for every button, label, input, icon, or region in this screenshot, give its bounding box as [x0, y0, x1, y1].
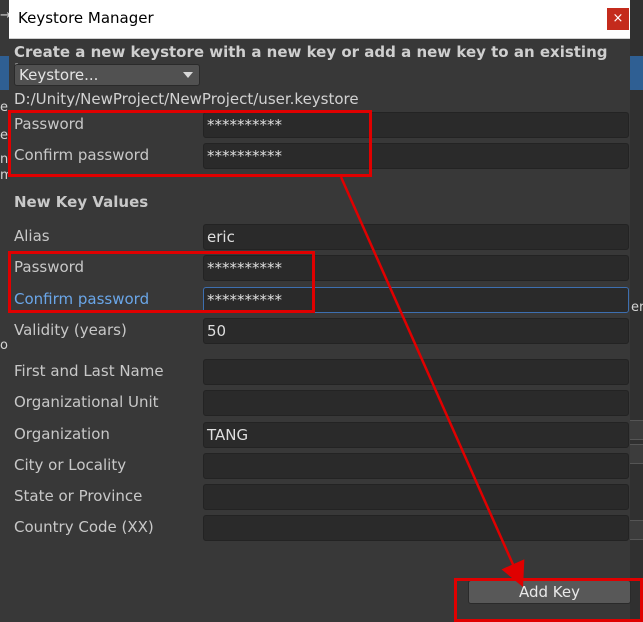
alias-label: Alias: [14, 227, 50, 245]
keystore-path: D:/Unity/NewProject/NewProject/user.keys…: [14, 90, 359, 108]
city-label: City or Locality: [14, 456, 127, 474]
name-label: First and Last Name: [14, 362, 164, 380]
organization-label: Organization: [14, 425, 110, 443]
keystore-confirm-password-label: Confirm password: [14, 146, 150, 164]
state-field[interactable]: [203, 484, 629, 510]
validity-field[interactable]: 50: [203, 318, 629, 344]
keystore-confirm-password-field[interactable]: **********: [203, 143, 629, 169]
country-code-label: Country Code (XX): [14, 518, 154, 536]
validity-value: 50: [207, 322, 227, 340]
background-highlight: [630, 56, 643, 90]
key-password-value: **********: [207, 259, 282, 277]
state-label: State or Province: [14, 487, 143, 505]
keystore-password-value: **********: [207, 116, 282, 134]
alias-field[interactable]: eric: [203, 224, 629, 250]
keystore-password-label: Password: [14, 115, 85, 133]
keystore-dropdown-value: Keystore...: [19, 66, 99, 84]
country-code-field[interactable]: [203, 515, 629, 541]
add-key-button[interactable]: Add Key: [468, 580, 631, 604]
background-editor-right: er: [630, 0, 643, 622]
title-bar[interactable]: Keystore Manager ×: [9, 0, 630, 39]
org-unit-label: Organizational Unit: [14, 393, 159, 411]
alias-value: eric: [207, 228, 235, 246]
validity-label: Validity (years): [14, 321, 127, 339]
background-text: er: [631, 300, 643, 315]
close-button[interactable]: ×: [607, 8, 629, 30]
background-text: e: [0, 100, 8, 115]
city-field[interactable]: [203, 453, 629, 479]
background-field: [630, 520, 643, 540]
keystore-confirm-password-value: **********: [207, 147, 282, 165]
organization-value: TANG: [207, 426, 249, 444]
organization-field[interactable]: TANG: [203, 422, 629, 448]
keystore-manager-window: Keystore Manager × Create a new keystore…: [9, 0, 631, 622]
window-title: Keystore Manager: [18, 9, 154, 27]
chevron-down-icon: [183, 72, 193, 78]
name-field[interactable]: [203, 359, 629, 385]
keystore-password-field[interactable]: **********: [203, 112, 629, 138]
key-confirm-password-field[interactable]: **********: [203, 287, 629, 313]
new-key-section-title: New Key Values: [14, 193, 149, 211]
background-text: n: [0, 152, 9, 167]
keystore-dropdown[interactable]: Keystore...: [14, 64, 200, 86]
background-field: [630, 420, 643, 440]
background-field: [630, 444, 643, 464]
key-confirm-password-value: **********: [207, 291, 282, 309]
key-password-field[interactable]: **********: [203, 255, 629, 281]
key-password-label: Password: [14, 258, 85, 276]
key-confirm-password-label: Confirm password: [14, 290, 150, 308]
org-unit-field[interactable]: [203, 390, 629, 416]
